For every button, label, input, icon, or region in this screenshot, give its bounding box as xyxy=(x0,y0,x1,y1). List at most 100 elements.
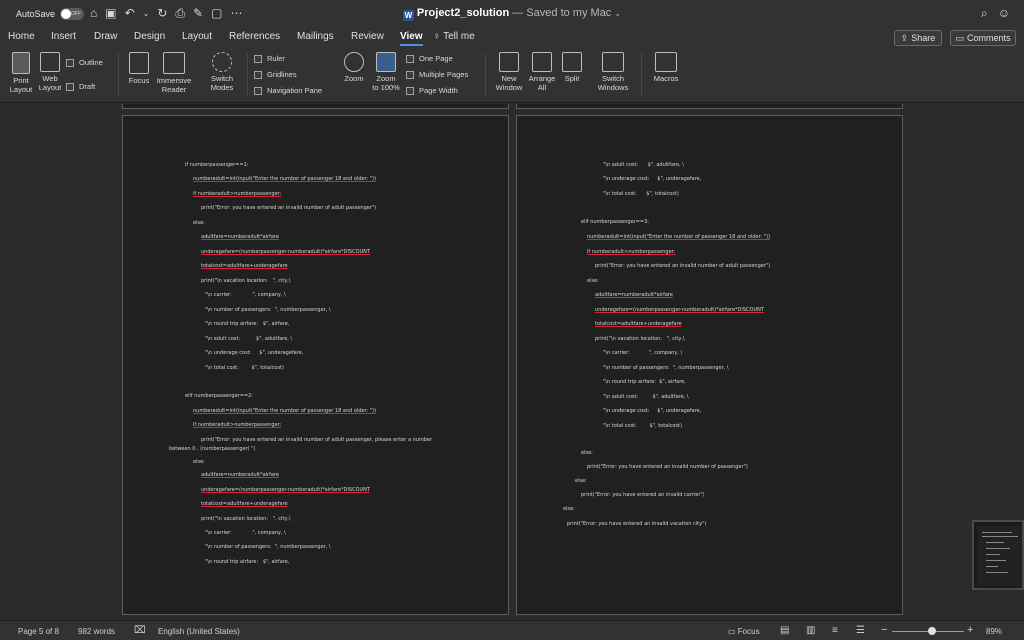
code-line[interactable]: adultfare=numberadult*airfare xyxy=(201,234,279,240)
print-layout-button[interactable]: Print Layout xyxy=(6,52,36,94)
code-line[interactable]: totalcost=adultfare+underagefare xyxy=(201,501,288,507)
code-line[interactable]: underagefare=(numberpassenger-numberadul… xyxy=(201,487,370,493)
code-line[interactable]: underagefare=(numberpassenger-numberadul… xyxy=(595,307,764,313)
zoom-percent[interactable]: 89% xyxy=(986,627,1002,636)
code-line[interactable]: elif numberpassenger==2: xyxy=(185,393,253,399)
code-line[interactable]: "\n number of passengers: ", numberpasse… xyxy=(205,307,331,313)
code-line[interactable]: "\n total cost: $", totalcost) xyxy=(603,191,679,197)
code-line[interactable]: "\n round trip airfare: $", airfare, xyxy=(205,559,289,565)
code-line[interactable]: between 0 , (numberpassenger) ") xyxy=(169,446,255,452)
outline-view-icon[interactable]: ☰ xyxy=(856,625,865,636)
code-line[interactable]: print("Error: you have entered an invali… xyxy=(595,263,770,269)
page-count[interactable]: Page 5 of 8 xyxy=(18,627,59,636)
page-width-button[interactable]: Page Width xyxy=(406,86,458,95)
page-left[interactable]: if numberpassenger==1: numberadult=int(in… xyxy=(122,115,509,615)
code-line[interactable]: if numberadult>numberpassenger: xyxy=(193,191,281,197)
search-icon[interactable]: ⌕ xyxy=(981,6,988,21)
code-line[interactable]: totalcost=adultfare+underagefare xyxy=(595,321,682,327)
draft-button[interactable]: Draft xyxy=(66,82,95,91)
code-line[interactable]: if numberpassenger==1: xyxy=(185,162,249,168)
page-thumbnail-navigator[interactable] xyxy=(972,520,1024,590)
code-line[interactable]: "\n round trip airfare: $", airfare, xyxy=(603,379,686,385)
tab-layout[interactable]: Layout xyxy=(182,31,212,42)
more-icon[interactable]: ⋯ xyxy=(230,6,242,21)
code-line[interactable]: "\n number of passengers: ", numberpasse… xyxy=(205,544,331,550)
undo-icon[interactable]: ↶ xyxy=(125,6,135,21)
tab-references[interactable]: References xyxy=(229,31,280,42)
comments-button[interactable]: ▭ Comments xyxy=(950,30,1016,46)
code-line[interactable]: "\n number of passengers: ", numberpasse… xyxy=(603,365,729,371)
code-line[interactable]: "\n underage cost: $", underagefare, xyxy=(603,176,701,182)
code-line[interactable]: if numberadult>numberpassenger: xyxy=(587,249,675,255)
zoom-slider-knob[interactable] xyxy=(927,627,936,635)
code-line[interactable]: "\n adult cost: $", adultfare, \ xyxy=(603,394,689,400)
language-status[interactable]: English (United States) xyxy=(158,627,240,636)
tell-me[interactable]: ♀ Tell me xyxy=(433,31,475,42)
tab-design[interactable]: Design xyxy=(134,31,165,42)
code-line[interactable]: underagefare=(numberpassenger-numberadul… xyxy=(201,249,370,255)
autosave-toggle[interactable]: OFF xyxy=(60,8,85,20)
code-line[interactable]: "\n underage cost: $", underagefare, xyxy=(205,350,303,356)
home-icon[interactable]: ⌂ xyxy=(90,6,97,21)
code-line[interactable]: print("\n vacation location: ", city,\ xyxy=(201,516,291,522)
tab-mailings[interactable]: Mailings xyxy=(297,31,334,42)
document-canvas[interactable]: if numberpassenger==1: numberadult=int(in… xyxy=(0,104,1024,620)
outline-button[interactable]: Outline xyxy=(66,58,103,67)
code-line[interactable]: "\n carrier: ", company, \ xyxy=(205,530,286,536)
switch-modes-button[interactable]: Switch Modes xyxy=(204,52,240,92)
code-line[interactable]: adultfare=numberadult*airfare xyxy=(595,292,673,298)
new-doc-icon[interactable]: ▢ xyxy=(211,6,222,21)
tab-view[interactable]: View xyxy=(400,31,423,46)
code-line[interactable]: "\n carrier: ", company, \ xyxy=(205,292,286,298)
tab-home[interactable]: Home xyxy=(8,31,35,42)
multiple-pages-button[interactable]: Multiple Pages xyxy=(406,70,468,79)
one-page-button[interactable]: One Page xyxy=(406,54,453,63)
new-window-button[interactable]: New Window xyxy=(492,52,526,92)
zoom-slider[interactable] xyxy=(892,627,964,635)
zoom-out-icon[interactable]: − xyxy=(881,624,887,636)
arrange-all-button[interactable]: Arrange All xyxy=(526,52,558,92)
code-line[interactable]: print("Error: you have entered an invali… xyxy=(201,437,432,443)
code-line[interactable]: numberadult=int(input("Enter the number … xyxy=(587,234,770,240)
autosave-control[interactable]: AutoSave OFF xyxy=(16,8,85,20)
code-line[interactable]: else: xyxy=(193,459,205,465)
code-line[interactable]: "\n adult cost: $", adultfare, \ xyxy=(603,162,684,168)
code-line[interactable]: "\n carrier: ", company, \ xyxy=(603,350,682,356)
code-line[interactable]: else: xyxy=(193,220,205,226)
navigation-pane-checkbox[interactable]: Navigation Pane xyxy=(254,86,322,95)
code-line[interactable]: "\n total cost: $", totalcost) xyxy=(603,423,682,429)
word-count[interactable]: 982 words xyxy=(78,627,115,636)
code-line[interactable]: print("Error: you have entered an invali… xyxy=(587,464,748,470)
code-line[interactable]: print("Error: you have entered an invali… xyxy=(201,205,376,211)
page-right[interactable]: "\n adult cost: $", adultfare, \ "\n unde… xyxy=(516,115,903,615)
code-line[interactable]: else: xyxy=(575,478,587,484)
focus-status-button[interactable]: ▭ Focus xyxy=(728,627,760,636)
web-layout-view-icon[interactable]: ▥ xyxy=(806,625,815,636)
zoom-100-button[interactable]: Zoom to 100% xyxy=(370,52,402,92)
save-icon[interactable]: ▣ xyxy=(105,6,116,21)
code-line[interactable]: print("\n vacation location: ", city,\ xyxy=(201,278,291,284)
web-layout-button[interactable]: Web Layout xyxy=(36,52,64,92)
proofing-icon[interactable]: ⌧ xyxy=(134,625,146,636)
code-line[interactable]: elif numberpassenger==3: xyxy=(581,219,649,225)
code-line[interactable]: if numberadult>numberpassenger: xyxy=(193,422,281,428)
tab-insert[interactable]: Insert xyxy=(51,31,76,42)
code-line[interactable]: print("Error: you have entered an invali… xyxy=(567,521,706,527)
print-layout-view-icon[interactable]: ▤ xyxy=(780,625,789,636)
split-button[interactable]: Split xyxy=(558,52,586,83)
format-painter-icon[interactable]: ✎ xyxy=(193,6,203,21)
code-line[interactable]: "\n total cost: $", totalcost) xyxy=(205,365,284,371)
immersive-reader-button[interactable]: Immersive Reader xyxy=(154,52,194,94)
account-icon[interactable]: ☺ xyxy=(998,6,1010,21)
focus-button[interactable]: Focus xyxy=(124,52,154,85)
code-line[interactable]: print("\n vacation location: ", city,\ xyxy=(595,336,685,342)
code-line[interactable]: numberadult=int(input("Enter the number … xyxy=(193,176,376,182)
switch-windows-button[interactable]: Switch Windows xyxy=(594,52,632,92)
code-line[interactable]: adultfare=numberadult*airfare xyxy=(201,472,279,478)
code-line[interactable]: else: xyxy=(563,506,575,512)
macros-button[interactable]: Macros xyxy=(648,52,684,83)
code-line[interactable]: totalcost=adultfare+underagefare xyxy=(201,263,288,269)
tab-draw[interactable]: Draw xyxy=(94,31,117,42)
code-line[interactable]: "\n underage cost: $", underagefare, xyxy=(603,408,701,414)
chevron-down-icon[interactable]: ⌄ xyxy=(143,9,150,21)
